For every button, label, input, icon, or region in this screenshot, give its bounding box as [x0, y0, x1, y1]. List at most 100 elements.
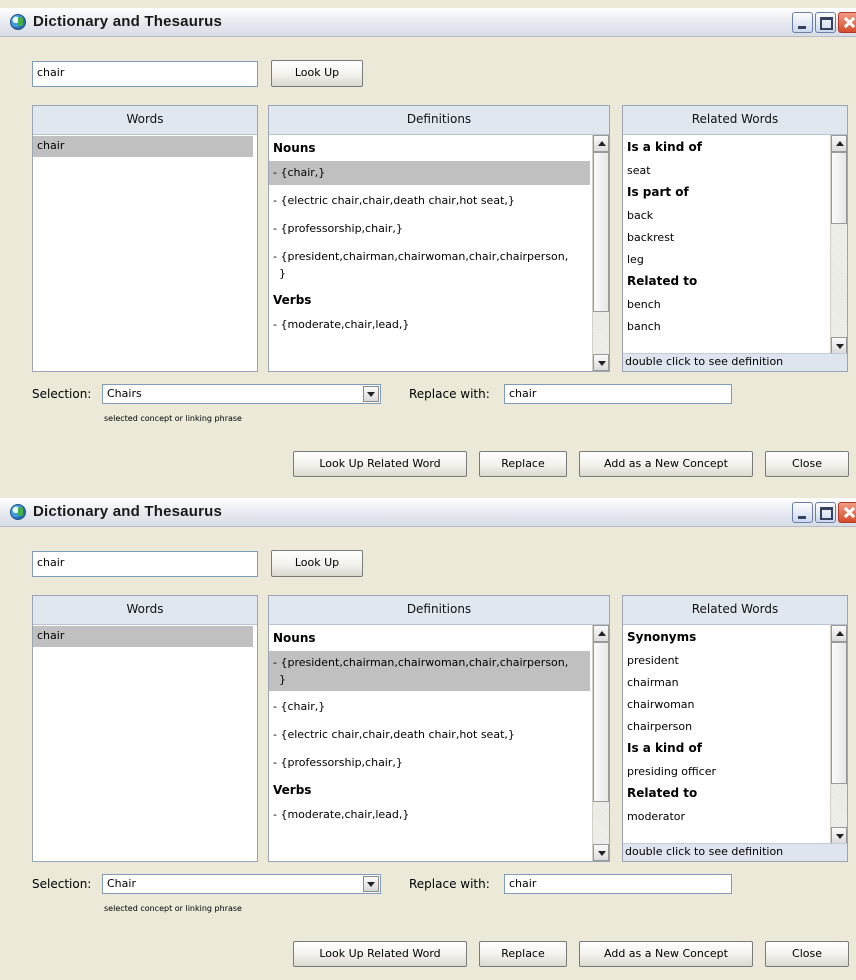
definition-text: Verbs — [273, 783, 312, 797]
look-up-related-word-button[interactable]: Look Up Related Word — [293, 451, 467, 477]
close-button[interactable]: Close — [765, 941, 849, 967]
definition-item[interactable]: - {professorship,chair,} — [269, 751, 590, 775]
replace-with-label: Replace with: — [409, 387, 490, 401]
words-panel: Words chair — [32, 105, 258, 372]
selection-label: Selection: — [32, 387, 92, 401]
related-words-panel: Related Words Is a kind of seat Is part of… — [622, 105, 848, 372]
related-word-item[interactable]: moderator — [623, 808, 823, 825]
definitions-header: Definitions — [269, 596, 609, 625]
definition-item[interactable]: - {moderate,chair,lead,} — [269, 313, 590, 337]
scroll-thumb[interactable] — [593, 642, 609, 802]
replace-button[interactable]: Replace — [479, 941, 567, 967]
definitions-panel: Definitions Nouns - {president,chairman,c… — [268, 595, 610, 862]
app-icon — [10, 504, 26, 520]
add-as-new-concept-button[interactable]: Add as a New Concept — [579, 941, 753, 967]
selection-value: Chair — [107, 877, 136, 890]
related-word-item[interactable]: seat — [623, 162, 823, 179]
related-words-header: Related Words — [623, 106, 847, 135]
scroll-thumb[interactable] — [593, 152, 609, 312]
selection-combobox[interactable]: Chair — [102, 874, 381, 894]
definition-text: Nouns — [273, 141, 316, 155]
title-bar[interactable]: Dictionary and Thesaurus — [0, 498, 856, 527]
definition-text-continued: } — [279, 267, 286, 280]
selection-hint: selected concept or linking phrase — [104, 414, 242, 423]
chevron-down-icon[interactable] — [363, 386, 379, 402]
definitions-scrollbar[interactable] — [592, 625, 609, 861]
scroll-up-arrow-icon[interactable] — [593, 625, 609, 642]
definition-group-header: Verbs — [269, 779, 590, 803]
look-up-button[interactable]: Look Up — [271, 550, 363, 577]
definition-item[interactable]: - {president,chairman,chairwoman,chair,c… — [269, 651, 590, 691]
related-words-scrollbar[interactable] — [830, 625, 847, 844]
definition-text: - {chair,} — [273, 166, 326, 179]
scroll-down-arrow-icon[interactable] — [593, 354, 609, 371]
look-up-button[interactable]: Look Up — [271, 60, 363, 87]
search-input[interactable]: chair — [32, 551, 258, 577]
definition-item[interactable]: - {electric chair,chair,death chair,hot … — [269, 189, 590, 213]
look-up-related-word-button[interactable]: Look Up Related Word — [293, 941, 467, 967]
word-list-item[interactable]: chair — [33, 136, 253, 157]
related-group-header: Is a kind of — [627, 741, 702, 755]
scroll-thumb[interactable] — [831, 152, 847, 224]
replace-with-input[interactable]: chair — [504, 384, 732, 404]
scroll-down-arrow-icon[interactable] — [593, 844, 609, 861]
related-word-item[interactable]: leg — [623, 251, 823, 268]
definition-item[interactable]: - {electric chair,chair,death chair,hot … — [269, 723, 590, 747]
word-list-item[interactable]: chair — [33, 626, 253, 647]
selection-hint: selected concept or linking phrase — [104, 904, 242, 913]
scroll-down-arrow-icon[interactable] — [831, 827, 847, 844]
definition-item[interactable]: - {chair,} — [269, 161, 590, 185]
replace-with-input[interactable]: chair — [504, 874, 732, 894]
close-window-button[interactable] — [838, 502, 856, 523]
scroll-down-arrow-icon[interactable] — [831, 337, 847, 354]
maximize-button[interactable] — [815, 502, 836, 523]
related-word-item[interactable]: chairperson — [623, 718, 823, 735]
related-word-item[interactable]: back — [623, 207, 823, 224]
definition-item[interactable]: - {chair,} — [269, 695, 590, 719]
related-word-item[interactable]: president — [623, 652, 823, 669]
related-group-header: Is a kind of — [627, 140, 702, 154]
related-word-item[interactable]: chairwoman — [623, 696, 823, 713]
definition-group-header: Nouns — [269, 137, 590, 161]
definition-text: - {electric chair,chair,death chair,hot … — [273, 728, 515, 741]
definitions-scrollbar[interactable] — [592, 135, 609, 371]
related-word-item[interactable]: presiding officer — [623, 763, 823, 780]
close-window-button[interactable] — [838, 12, 856, 33]
scroll-up-arrow-icon[interactable] — [831, 135, 847, 152]
related-words-header: Related Words — [623, 596, 847, 625]
definition-group-header: Nouns — [269, 627, 590, 651]
related-group-header: Related to — [627, 786, 698, 800]
chevron-down-icon[interactable] — [363, 876, 379, 892]
scroll-up-arrow-icon[interactable] — [593, 135, 609, 152]
close-button[interactable]: Close — [765, 451, 849, 477]
scroll-thumb[interactable] — [831, 642, 847, 784]
related-group-header: Synonyms — [627, 630, 697, 644]
definition-item[interactable]: - {president,chairman,chairwoman,chair,c… — [269, 245, 590, 285]
related-group-header: Is part of — [627, 185, 689, 199]
definition-text: - {president,chairman,chairwoman,chair,c… — [273, 250, 569, 263]
related-word-item[interactable]: backrest — [623, 229, 823, 246]
related-word-item[interactable]: bench — [623, 296, 823, 313]
selection-label: Selection: — [32, 877, 92, 891]
related-group-header: Related to — [627, 274, 698, 288]
definition-item[interactable]: - {moderate,chair,lead,} — [269, 803, 590, 827]
add-as-new-concept-button[interactable]: Add as a New Concept — [579, 451, 753, 477]
definition-item[interactable]: - {professorship,chair,} — [269, 217, 590, 241]
related-word-item[interactable]: chairman — [623, 674, 823, 691]
definition-text: - {professorship,chair,} — [273, 222, 403, 235]
definitions-panel: Definitions Nouns - {chair,} - {electric c… — [268, 105, 610, 372]
related-words-hint: double click to see definition — [623, 843, 847, 861]
minimize-button[interactable] — [792, 502, 813, 523]
scroll-up-arrow-icon[interactable] — [831, 625, 847, 642]
related-words-scrollbar[interactable] — [830, 135, 847, 354]
related-word-item[interactable]: banch — [623, 318, 823, 335]
title-bar[interactable]: Dictionary and Thesaurus — [0, 8, 856, 37]
replace-button[interactable]: Replace — [479, 451, 567, 477]
selection-combobox[interactable]: Chairs — [102, 384, 381, 404]
maximize-button[interactable] — [815, 12, 836, 33]
minimize-button[interactable] — [792, 12, 813, 33]
search-input[interactable]: chair — [32, 61, 258, 87]
definition-group-header: Verbs — [269, 289, 590, 313]
definition-text: Nouns — [273, 631, 316, 645]
window-title: Dictionary and Thesaurus — [33, 13, 223, 30]
